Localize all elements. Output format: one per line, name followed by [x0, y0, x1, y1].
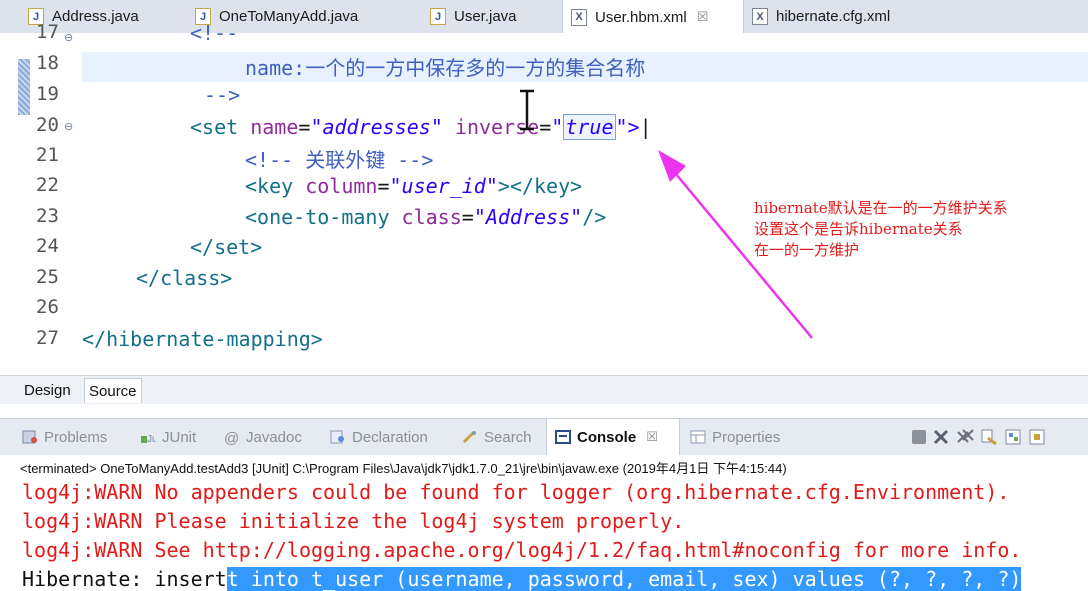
console-line: log4j:WARN See http://logging.apache.org…: [22, 538, 1022, 562]
annotation-note: hibernate默认是在一的一方维护关系 设置这个是告诉hibernate关系…: [754, 199, 1008, 259]
selected-text: t into t_user (username, password, email…: [226, 567, 1022, 591]
close-view-icon[interactable]: ☒: [646, 429, 658, 445]
code-line: 27 </hibernate-mapping>: [36, 327, 323, 351]
inverse-true-value: true: [563, 114, 616, 140]
view-tab-bar: Problems Ju JUnit @ Javadoc Declaration …: [0, 418, 1088, 456]
code-line: 20 ⊖ <set name="addresses" inverse=" true…: [36, 114, 652, 140]
tab-javadoc[interactable]: @ Javadoc: [224, 419, 302, 455]
console-output[interactable]: <terminated> OneToManyAdd.testAdd3 [JUni…: [0, 455, 1088, 591]
console-line: log4j:WARN Please initialize the log4j s…: [22, 509, 685, 533]
tab-design[interactable]: Design: [20, 378, 75, 402]
code-line: 18 name:一个的一方中保存多的一方的集合名称: [36, 52, 646, 80]
remove-launch-icon[interactable]: [932, 428, 950, 446]
code-line: 17 ⊖ <!--: [36, 21, 239, 45]
fold-icon[interactable]: ⊖: [64, 31, 73, 44]
console-status: <terminated> OneToManyAdd.testAdd3 [JUni…: [20, 461, 787, 476]
code-line: 19 -->: [36, 83, 241, 107]
editor-mode-tabs: Design Source: [0, 375, 1088, 404]
pin-console-icon[interactable]: [1028, 428, 1046, 446]
tab-declaration[interactable]: Declaration: [330, 419, 428, 455]
code-line: 26: [36, 296, 59, 318]
text-cursor-icon: [520, 89, 534, 131]
code-line: 25 </class>: [36, 266, 233, 290]
clear-console-icon[interactable]: [980, 428, 998, 446]
problems-icon: [22, 430, 37, 444]
search-icon: [462, 430, 476, 444]
declaration-icon: [330, 430, 344, 444]
remove-all-icon[interactable]: [956, 428, 974, 446]
code-line: 21 <!-- 关联外键 -->: [36, 144, 434, 172]
properties-icon: [690, 430, 706, 444]
scroll-lock-icon[interactable]: [1004, 428, 1022, 446]
at-icon: @: [224, 430, 240, 447]
fold-icon[interactable]: ⊖: [64, 120, 73, 133]
tab-source[interactable]: Source: [84, 378, 142, 403]
console-toolbar: [912, 428, 1046, 446]
svg-text:Ju: Ju: [147, 434, 156, 444]
console-line: log4j:WARN No appenders could be found f…: [22, 480, 1010, 504]
console-icon: [555, 430, 571, 444]
tab-problems[interactable]: Problems: [22, 419, 107, 455]
terminate-icon[interactable]: [912, 430, 926, 444]
tab-properties[interactable]: Properties: [690, 419, 780, 455]
tab-search[interactable]: Search: [462, 419, 532, 455]
tab-junit[interactable]: Ju JUnit: [140, 419, 196, 455]
console-line: Hibernate: insertt into t_user (username…: [22, 567, 1022, 591]
junit-icon: Ju: [141, 434, 156, 444]
tab-console[interactable]: Console ☒: [546, 419, 680, 455]
xml-source-editor[interactable]: 17 ⊖ <!-- 18 name:一个的一方中保存多的一方的集合名称 19 -…: [0, 21, 1088, 404]
